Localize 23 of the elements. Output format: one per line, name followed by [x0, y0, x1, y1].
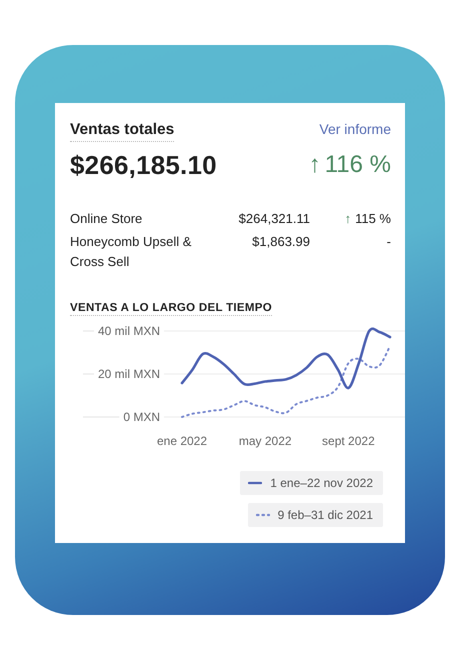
y-axis-label: 40 mil MXN — [98, 324, 160, 338]
channel-change: - — [386, 233, 391, 252]
change-percent: ↑ 116 % — [308, 150, 391, 180]
up-arrow-icon: ↑ — [308, 151, 321, 178]
total-sales: $266,185.10 — [70, 148, 217, 182]
up-arrow-icon: ↑ — [344, 208, 352, 228]
y-axis-label: 20 mil MXN — [98, 367, 160, 382]
legend-item[interactable]: 1 ene–22 nov 2022 — [240, 471, 383, 496]
channel-name: Online Store — [70, 210, 144, 228]
x-axis-label: sept 2022 — [322, 434, 375, 448]
view-report-link[interactable]: Ver informe — [319, 119, 391, 140]
card-title: Ventas totales — [70, 121, 174, 142]
x-axis-label: may 2022 — [238, 434, 292, 448]
section-title: VENTAS A LO LARGO DEL TIEMPO — [70, 302, 272, 316]
y-axis-label: 0 MXN — [123, 410, 160, 424]
channel-name: Honeycomb Upsell & Cross Sell — [70, 233, 192, 271]
legend-line-icon — [256, 512, 270, 518]
x-axis-label: ene 2022 — [156, 434, 208, 448]
channel-amount: $264,321.11 — [238, 210, 310, 228]
channel-amount: $1,863.99 — [251, 233, 310, 252]
legend-item[interactable]: 9 feb–31 dic 2021 — [248, 503, 383, 528]
legend-line-icon — [248, 480, 262, 486]
channel-change: 115 % — [355, 210, 391, 228]
